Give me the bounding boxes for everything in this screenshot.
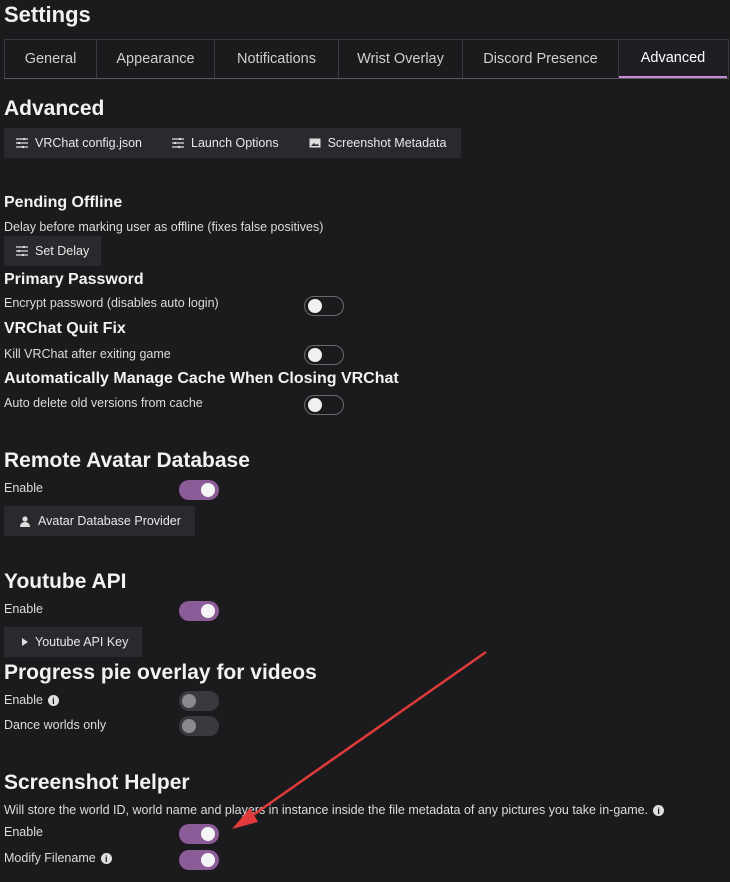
cache-label: Auto delete old versions from cache (4, 396, 203, 410)
dance-worlds-toggle[interactable] (179, 716, 219, 736)
toggle-knob (201, 853, 215, 867)
toggle-knob (201, 827, 215, 841)
image-icon (309, 137, 321, 149)
primary-password-label: Encrypt password (disables auto login) (4, 296, 219, 310)
remote-avatar-toggle[interactable] (179, 480, 219, 500)
modify-filename-toggle[interactable] (179, 850, 219, 870)
screenshot-metadata-button[interactable]: Screenshot Metadata (290, 128, 462, 158)
youtube-heading: Youtube API (4, 570, 127, 593)
cache-toggle[interactable] (304, 395, 344, 415)
youtube-enable-label: Enable (4, 602, 43, 616)
screenshot-helper-heading: Screenshot Helper (4, 771, 190, 794)
youtube-api-key-label: Youtube API Key (35, 635, 129, 649)
set-delay-button[interactable]: Set Delay (4, 236, 102, 266)
caret-right-icon (21, 636, 29, 648)
primary-password-heading: Primary Password (4, 271, 144, 288)
primary-password-toggle[interactable] (304, 296, 344, 316)
tab-advanced[interactable]: Advanced (619, 40, 727, 78)
tab-discord-presence[interactable]: Discord Presence (463, 40, 619, 78)
progress-pie-enable-row: Enable i (4, 693, 59, 707)
toggle-knob (182, 719, 196, 733)
screenshot-metadata-label: Screenshot Metadata (327, 136, 447, 150)
sliders-icon (172, 137, 185, 149)
sliders-icon (16, 245, 28, 257)
screenshot-helper-desc-row: Will store the world ID, world name and … (4, 803, 679, 817)
youtube-toggle[interactable] (179, 601, 219, 621)
tab-wrist-overlay[interactable]: Wrist Overlay (339, 40, 463, 78)
page-title: Settings (4, 2, 91, 27)
toggle-knob (201, 604, 215, 618)
set-delay-label: Set Delay (35, 244, 90, 258)
settings-tabs: General Appearance Notifications Wrist O… (4, 39, 729, 79)
quit-fix-heading: VRChat Quit Fix (4, 320, 126, 337)
progress-pie-heading: Progress pie overlay for videos (4, 661, 317, 684)
youtube-api-key-button[interactable]: Youtube API Key (4, 627, 143, 657)
info-icon[interactable]: i (100, 853, 112, 865)
avatar-database-provider-button[interactable]: Avatar Database Provider (4, 506, 195, 536)
remote-avatar-enable-label: Enable (4, 481, 43, 495)
pending-offline-heading: Pending Offline (4, 194, 123, 211)
avatar-database-provider-label: Avatar Database Provider (38, 514, 181, 528)
vrchat-config-label: VRChat config.json (35, 136, 143, 150)
toggle-knob (308, 348, 322, 362)
screenshot-helper-toggle[interactable] (179, 824, 219, 844)
user-icon (19, 515, 31, 527)
quit-fix-label: Kill VRChat after exiting game (4, 347, 171, 361)
screenshot-helper-enable-label: Enable (4, 825, 43, 839)
toggle-knob (308, 299, 322, 313)
progress-pie-enable-label: Enable (4, 693, 43, 707)
launch-options-button[interactable]: Launch Options (154, 128, 291, 158)
sliders-icon (16, 137, 28, 149)
advanced-heading: Advanced (4, 97, 105, 120)
toggle-knob (308, 398, 322, 412)
toggle-knob (182, 694, 196, 708)
pending-offline-desc: Delay before marking user as offline (fi… (4, 220, 324, 234)
tab-appearance[interactable]: Appearance (97, 40, 215, 78)
info-icon[interactable]: i (47, 695, 59, 707)
launch-options-label: Launch Options (191, 136, 279, 150)
modify-filename-label: Modify Filename (4, 851, 96, 865)
toggle-knob (201, 483, 215, 497)
dance-worlds-label: Dance worlds only (4, 718, 107, 732)
modify-filename-row: Modify Filename i (4, 851, 112, 865)
info-icon[interactable]: i (653, 805, 665, 817)
tab-notifications[interactable]: Notifications (215, 40, 339, 78)
quit-fix-toggle[interactable] (304, 345, 344, 365)
progress-pie-toggle[interactable] (179, 691, 219, 711)
screenshot-helper-desc: Will store the world ID, world name and … (4, 803, 649, 817)
tab-general[interactable]: General (5, 40, 97, 78)
advanced-button-group: VRChat config.json Launch Options Screen… (4, 128, 462, 158)
vrchat-config-button[interactable]: VRChat config.json (4, 128, 155, 158)
remote-avatar-heading: Remote Avatar Database (4, 449, 250, 472)
cache-heading: Automatically Manage Cache When Closing … (4, 370, 399, 387)
